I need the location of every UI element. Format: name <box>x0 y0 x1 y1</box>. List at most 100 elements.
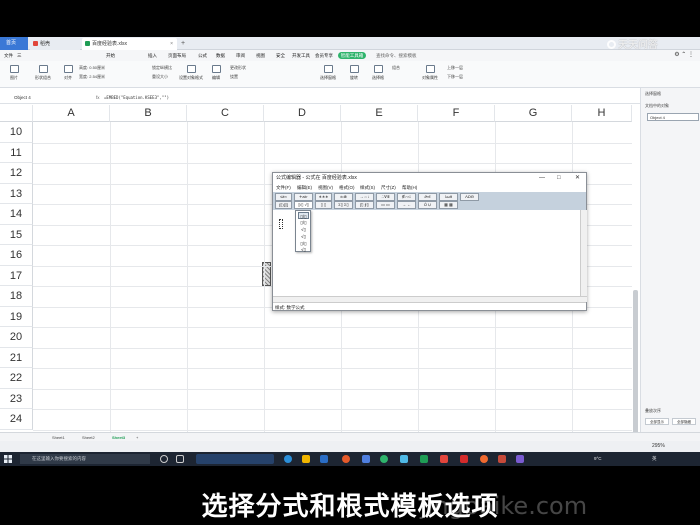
wps-icon[interactable] <box>460 455 468 463</box>
ribbon-bring-forward[interactable]: 上移一层 <box>447 65 463 71</box>
fx-icon[interactable]: fx <box>96 95 100 100</box>
overbar-templates-button[interactable]: ▭ ▭ <box>376 201 395 209</box>
minimize-button[interactable]: — <box>539 173 545 183</box>
menu-file[interactable]: 文件 <box>4 50 13 61</box>
column-header[interactable]: E <box>341 105 418 122</box>
cortana-icon[interactable] <box>160 455 168 463</box>
equation-edit-area[interactable] <box>273 210 580 296</box>
reset-size-button[interactable]: 重设大小 <box>152 74 168 80</box>
ribbon-object-properties[interactable]: 对象属性 <box>418 65 442 81</box>
column-header[interactable]: D <box>264 105 341 122</box>
row-header[interactable]: 15 <box>0 224 33 245</box>
row-header[interactable]: 16 <box>0 245 33 266</box>
maximize-button[interactable]: □ <box>557 173 561 183</box>
ribbon-shape-group[interactable]: 形状组合 <box>30 65 56 81</box>
ribbon-group[interactable]: 组合 <box>392 65 400 71</box>
name-box[interactable]: Object 4 <box>14 95 31 100</box>
row-header[interactable]: 19 <box>0 306 33 327</box>
row-header[interactable]: 22 <box>0 368 33 389</box>
close-tab-icon[interactable]: × <box>170 38 173 50</box>
wechat-icon[interactable] <box>380 455 388 463</box>
task-view-icon[interactable] <box>176 455 184 463</box>
palette-nth-root[interactable]: √▯ <box>298 233 309 240</box>
row-header[interactable]: 14 <box>0 204 33 225</box>
ribbon-picture[interactable]: 图片 <box>4 65 24 81</box>
row-header[interactable]: 17 <box>0 265 33 286</box>
ribbon-selection-pane[interactable]: 选择窗格 <box>316 65 340 81</box>
row-header[interactable]: 11 <box>0 142 33 163</box>
row-header[interactable]: 20 <box>0 327 33 348</box>
formula-input[interactable]: =EMBED("Equation.KSEE3","") <box>104 95 169 100</box>
eq-menu-file[interactable]: 文件(F) <box>276 183 291 192</box>
fence-templates-button[interactable]: (▯)[▯] <box>275 201 292 209</box>
tab-docer[interactable]: 稻壳 <box>30 38 80 50</box>
greek-uppercase-button[interactable]: ΛΩΘ <box>460 193 479 201</box>
misc-symbols-button[interactable]: ∂∞ℓ <box>418 193 437 201</box>
ribbon-edit[interactable]: 编辑 <box>206 65 226 81</box>
menu-member[interactable]: 会员专享 <box>315 50 333 61</box>
eq-menu-view[interactable]: 视图(V) <box>318 183 333 192</box>
palette-fraction-full[interactable]: ▯/▯ <box>298 212 309 219</box>
column-header[interactable]: B <box>110 105 187 122</box>
hide-all-button[interactable]: 全部隐藏 <box>672 418 696 425</box>
subscript-templates-button[interactable]: ▯ ▯ <box>315 201 332 209</box>
column-header[interactable]: H <box>572 105 632 122</box>
app3-icon[interactable] <box>516 455 524 463</box>
set-theory-button[interactable]: ∉∩⊂ <box>397 193 416 201</box>
column-header[interactable]: A <box>33 105 110 122</box>
row-header[interactable]: 18 <box>0 286 33 307</box>
new-tab-button[interactable]: + <box>181 38 185 50</box>
menu-home[interactable]: 开始 <box>106 50 115 61</box>
row-header[interactable]: 21 <box>0 347 33 368</box>
menu-view[interactable]: 视图 <box>256 50 265 61</box>
window-controls[interactable]: ⚙ ⌃ ⋮ <box>674 50 694 61</box>
relational-symbols-button[interactable]: ≤≠≈ <box>275 193 292 201</box>
integral-templates-button[interactable]: ∫▯ ∮▯ <box>355 201 374 209</box>
image-app-icon[interactable] <box>440 455 448 463</box>
ribbon-object-format[interactable]: 设置对象格式 <box>178 65 204 81</box>
logical-symbols-button[interactable]: ∴∀∃ <box>376 193 395 201</box>
eq-menu-size[interactable]: 尺寸(Z) <box>381 183 396 192</box>
product-templates-button[interactable]: Ů Ụ <box>418 201 437 209</box>
editor-vertical-scrollbar[interactable] <box>580 210 587 296</box>
ribbon-rotate[interactable]: 旋转 <box>344 65 364 81</box>
select-all-corner[interactable] <box>0 105 33 122</box>
eq-menu-format[interactable]: 格式(O) <box>339 183 355 192</box>
eq-menu-edit[interactable]: 编辑(E) <box>297 183 312 192</box>
add-sheet-button[interactable]: + <box>136 434 138 441</box>
tab-home[interactable]: 首页 <box>0 37 28 50</box>
ribbon-send-backward[interactable]: 下移一层 <box>447 74 463 80</box>
menu-insert[interactable]: 插入 <box>148 50 157 61</box>
tab-workbook[interactable]: 百度经验表.xlsx × <box>82 38 177 50</box>
ribbon-align[interactable]: 对齐 <box>58 65 78 81</box>
menu-page-layout[interactable]: 页面布局 <box>168 50 186 61</box>
sheet-tab[interactable]: Sheet1 <box>52 434 65 441</box>
eq-menu-style[interactable]: 样式(S) <box>360 183 375 192</box>
eq-menu-help[interactable]: 帮助(H) <box>402 183 417 192</box>
palette-square-root[interactable]: √▯ <box>298 226 309 233</box>
show-all-button[interactable]: 全部显示 <box>645 418 669 425</box>
labeled-arrow-templates-button[interactable]: → ← <box>397 201 416 209</box>
excel-icon[interactable] <box>420 455 428 463</box>
zoom-level[interactable]: 295% <box>652 443 665 449</box>
store-icon[interactable] <box>320 455 328 463</box>
spaces-ellipses-button[interactable]: ∔ab∙ <box>294 193 313 201</box>
ribbon-change-shape[interactable]: 更改形状 <box>230 65 246 71</box>
column-header[interactable]: C <box>187 105 264 122</box>
row-header[interactable]: 12 <box>0 163 33 184</box>
windows-start-icon[interactable] <box>4 455 12 463</box>
command-search[interactable]: 查找命令、搜索模板 <box>376 51 417 60</box>
ribbon-wrap[interactable]: 绕置 <box>230 74 238 80</box>
column-header[interactable]: F <box>418 105 495 122</box>
app-icon[interactable] <box>362 455 370 463</box>
ime-indicator[interactable]: 英 <box>652 452 657 466</box>
menu-developer[interactable]: 开发工具 <box>292 50 310 61</box>
row-header[interactable]: 23 <box>0 388 33 409</box>
menu-security[interactable]: 安全 <box>276 50 285 61</box>
greek-lowercase-button[interactable]: λωθ <box>439 193 458 201</box>
sheet-tab-active[interactable]: Sheet3 <box>112 434 125 441</box>
taskbar-search[interactable]: 在这里输入你要搜索的内容 <box>20 454 150 464</box>
vertical-scrollbar[interactable] <box>633 290 638 452</box>
close-button[interactable]: ✕ <box>575 173 580 183</box>
menu-data[interactable]: 数据 <box>216 50 225 61</box>
